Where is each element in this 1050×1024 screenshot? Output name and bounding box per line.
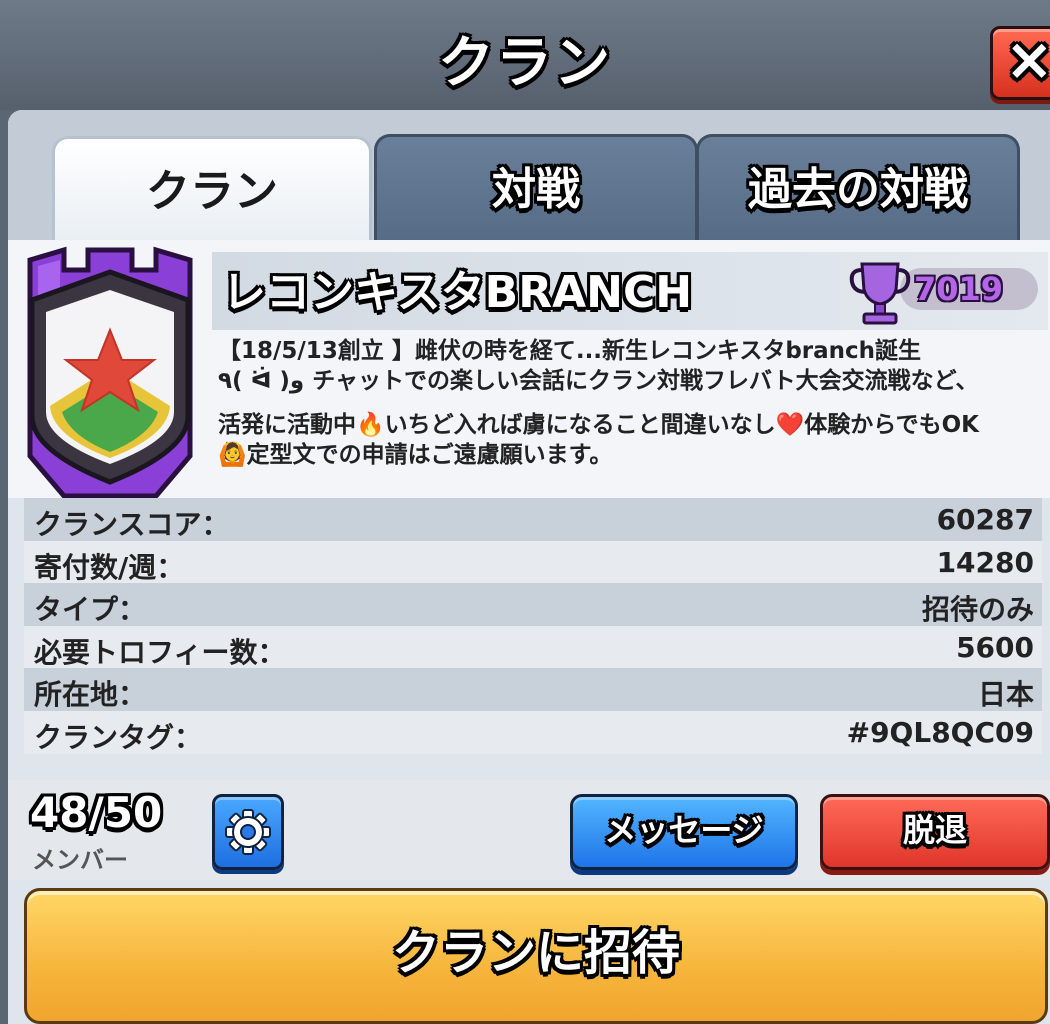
tab-war[interactable]: 対戦 xyxy=(374,134,698,243)
member-label: メンバー xyxy=(32,846,128,874)
tab-past-wars-label: 過去の対戦 xyxy=(748,164,968,215)
stat-label: 寄付数/週： xyxy=(34,550,185,584)
page-title: クラン xyxy=(438,31,612,96)
description-line: 活発に活動中🔥いちど入れば虜になること間違いなし❤️体験からでもOK xyxy=(218,412,979,438)
stat-label: クランタグ： xyxy=(34,720,203,754)
clan-badge-icon xyxy=(20,246,200,502)
stat-value: 日本 xyxy=(977,678,1034,712)
trophy-icon xyxy=(849,262,911,325)
description-line: 🙆定型文での申請はご遠慮願います。 xyxy=(218,442,613,468)
tab-war-label: 対戦 xyxy=(492,164,580,215)
stat-label: 必要トロフィー数： xyxy=(34,635,286,669)
stat-value[interactable]: #9QL8QC09 xyxy=(847,716,1034,749)
clan-settings-button[interactable] xyxy=(212,794,284,870)
stat-label: 所在地： xyxy=(34,678,147,712)
stat-label: クランスコア： xyxy=(34,508,230,541)
stat-value: 60287 xyxy=(936,503,1034,536)
tab-clan-label: クラン xyxy=(146,166,278,217)
close-button[interactable]: × xyxy=(990,25,1050,100)
stat-row-type: タイプ： 招待のみ xyxy=(24,583,1042,626)
stat-row-clan-tag: クランタグ： #9QL8QC09 xyxy=(24,710,1042,754)
tab-clan[interactable]: クラン xyxy=(52,136,372,245)
stat-row-clan-score: クランスコア： 60287 xyxy=(24,498,1042,541)
trophy-count: 7019 xyxy=(914,270,1004,308)
clan-name: レコンキスタBRANCH xyxy=(222,267,693,318)
stat-row-required-trophies: 必要トロフィー数： 5600 xyxy=(24,625,1042,669)
invite-to-clan-button[interactable]: クランに招待 xyxy=(24,888,1048,1024)
stat-row-location: 所在地： 日本 xyxy=(24,668,1042,711)
stat-row-donations: 寄付数/週： 14280 xyxy=(24,540,1042,584)
message-button[interactable]: メッセージ xyxy=(570,794,798,870)
clan-description: 【18/5/13創立 】雌伏の時を経て...新生レコンキスタbranch誕生 ٩… xyxy=(218,336,1046,470)
close-icon: × xyxy=(1005,25,1050,93)
member-count: 48/50 xyxy=(30,788,163,837)
tab-past-wars[interactable]: 過去の対戦 xyxy=(696,134,1020,243)
stat-value: 5600 xyxy=(956,630,1034,664)
stat-label: タイプ： xyxy=(34,593,147,627)
leave-button[interactable]: 脱退 xyxy=(820,794,1050,870)
gear-icon xyxy=(225,809,271,855)
description-line: ٩( ᐛ )و チャットでの楽しい会話にクラン対戦フレバト大会交流戦など、 xyxy=(218,368,979,394)
clan-stats-table: クランスコア： 60287 寄付数/週： 14280 タイプ： 招待のみ 必要ト… xyxy=(24,498,1042,754)
stat-value: 招待のみ xyxy=(921,593,1034,627)
clan-trophies: 7019 xyxy=(848,260,1038,325)
description-line: 【18/5/13創立 】雌伏の時を経て...新生レコンキスタbranch誕生 xyxy=(218,338,922,364)
tab-bar: クラン 対戦 過去の対戦 xyxy=(8,110,1050,245)
header-bar: クラン xyxy=(0,0,1050,110)
stat-value: 14280 xyxy=(936,545,1034,579)
